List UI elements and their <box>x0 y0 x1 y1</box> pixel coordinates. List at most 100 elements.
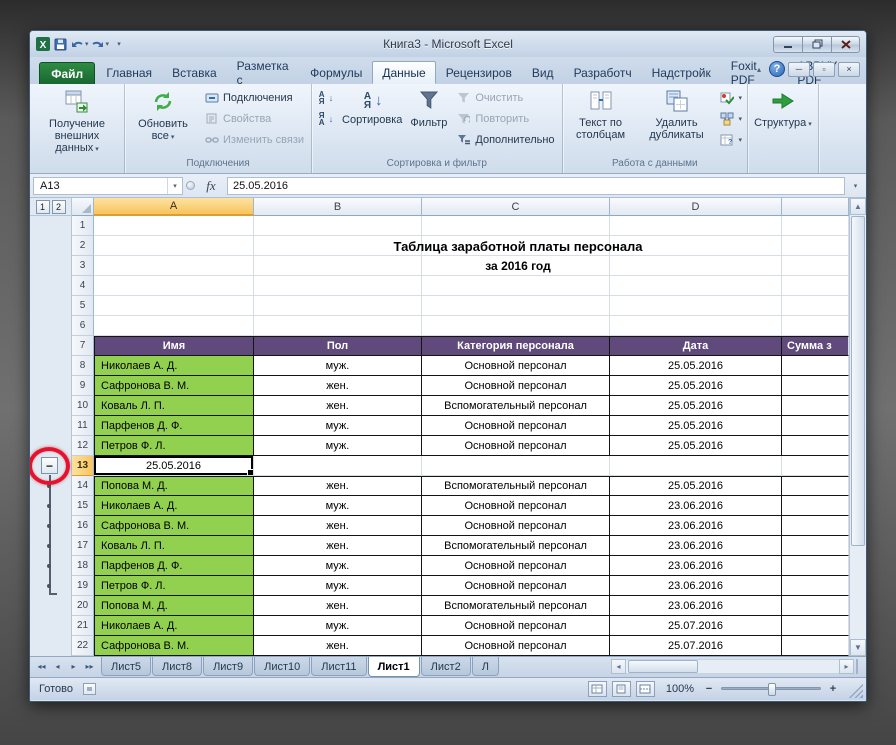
date-cell[interactable]: 25.05.2016 <box>610 396 782 416</box>
advanced-filter-button[interactable]: Дополнительно <box>452 129 558 150</box>
name-cell[interactable]: Петров Ф. Л. <box>94 576 254 596</box>
ribbon-tab-0[interactable]: Главная <box>96 61 162 84</box>
gender-cell[interactable]: жен. <box>254 476 422 496</box>
ribbon-tab-5[interactable]: Рецензиров <box>436 61 522 84</box>
next-sheet-icon[interactable]: ▸ <box>66 659 81 674</box>
cell[interactable] <box>254 216 422 236</box>
date-cell[interactable]: 25.07.2016 <box>610 636 782 656</box>
sort-ascending-button[interactable]: АЯ↓ <box>315 87 337 108</box>
view-page-break-button[interactable] <box>636 681 655 697</box>
name-cell[interactable]: Попова М. Д. <box>94 476 254 496</box>
cell[interactable] <box>94 296 254 316</box>
gender-cell[interactable]: муж. <box>254 436 422 456</box>
column-header-B[interactable]: B <box>254 198 422 216</box>
name-cell[interactable]: Сафронова В. М. <box>94 516 254 536</box>
row-header-6[interactable]: 6 <box>72 316 94 336</box>
vertical-scroll-thumb[interactable] <box>851 216 865 546</box>
name-cell[interactable]: Николаев А. Д. <box>94 616 254 636</box>
resize-grip[interactable] <box>849 680 863 698</box>
row-header-16[interactable]: 16 <box>72 516 94 536</box>
select-all-corner[interactable] <box>72 198 94 216</box>
sum-cell[interactable] <box>782 376 849 396</box>
cell[interactable] <box>94 256 254 276</box>
gender-cell[interactable]: муж. <box>254 416 422 436</box>
ribbon-tab-1[interactable]: Вставка <box>162 61 227 84</box>
last-sheet-icon[interactable]: ▸▸ <box>82 659 97 674</box>
cell[interactable] <box>94 216 254 236</box>
row-header-15[interactable]: 15 <box>72 496 94 516</box>
vertical-scrollbar[interactable]: ▲ ▼ <box>849 198 866 656</box>
edit-links-button[interactable]: Изменить связи <box>200 129 308 150</box>
row-header-22[interactable]: 22 <box>72 636 94 656</box>
gender-cell[interactable]: муж. <box>254 556 422 576</box>
gender-cell[interactable]: жен. <box>254 376 422 396</box>
cell[interactable] <box>422 296 610 316</box>
category-cell[interactable]: Основной персонал <box>422 496 610 516</box>
cell[interactable] <box>610 216 782 236</box>
reapply-filter-button[interactable]: Повторить <box>452 108 558 129</box>
cell[interactable] <box>254 456 422 476</box>
table-header-cell[interactable]: Имя <box>94 336 254 356</box>
category-cell[interactable]: Вспомогательный персонал <box>422 476 610 496</box>
category-cell[interactable]: Основной персонал <box>422 436 610 456</box>
sheet-tab-0[interactable]: Лист5 <box>101 657 151 676</box>
row-header-20[interactable]: 20 <box>72 596 94 616</box>
qat-customize-button[interactable]: ▾ <box>111 35 126 53</box>
zoom-in-button[interactable]: + <box>826 682 840 696</box>
cell[interactable] <box>610 256 782 276</box>
row-header-4[interactable]: 4 <box>72 276 94 296</box>
horizontal-scroll-track[interactable] <box>626 659 839 674</box>
name-box-dropdown-icon[interactable]: ▾ <box>167 178 182 194</box>
date-cell[interactable]: 25.05.2016 <box>610 416 782 436</box>
minimize-ribbon-icon[interactable]: ▴ <box>752 65 766 74</box>
sum-cell[interactable] <box>782 536 849 556</box>
name-cell[interactable]: Николаев А. Д. <box>94 496 254 516</box>
date-cell[interactable]: 23.06.2016 <box>610 536 782 556</box>
cell[interactable] <box>422 276 610 296</box>
ribbon-tab-3[interactable]: Формулы <box>300 61 372 84</box>
name-cell[interactable]: Николаев А. Д. <box>94 356 254 376</box>
vertical-scroll-track[interactable] <box>850 547 866 639</box>
gender-cell[interactable]: жен. <box>254 536 422 556</box>
zoom-slider[interactable] <box>721 687 821 690</box>
category-cell[interactable]: Основной персонал <box>422 416 610 436</box>
text-to-columns-button[interactable]: Текст по столбцам <box>566 86 636 141</box>
cell[interactable] <box>422 236 610 256</box>
sort-button[interactable]: АЯ↓ Сортировка <box>339 86 405 126</box>
outline-level-button-1[interactable]: 1 <box>36 200 50 214</box>
date-cell[interactable]: 23.06.2016 <box>610 496 782 516</box>
sum-cell[interactable] <box>782 576 849 596</box>
view-normal-button[interactable] <box>588 681 607 697</box>
sheet-tab-5[interactable]: Лист1 <box>368 657 420 677</box>
category-cell[interactable]: Вспомогательный персонал <box>422 596 610 616</box>
row-header-9[interactable]: 9 <box>72 376 94 396</box>
remove-duplicates-button[interactable]: Удалить дубликаты <box>638 86 716 141</box>
gender-cell[interactable]: муж. <box>254 576 422 596</box>
row-header-10[interactable]: 10 <box>72 396 94 416</box>
column-header-D[interactable]: D <box>610 198 782 216</box>
sum-cell[interactable] <box>782 556 849 576</box>
row-header-19[interactable]: 19 <box>72 576 94 596</box>
sum-cell[interactable] <box>782 516 849 536</box>
save-button[interactable] <box>53 35 68 53</box>
date-cell[interactable]: 25.05.2016 <box>610 376 782 396</box>
horizontal-scroll-thumb[interactable] <box>628 660 698 673</box>
cell[interactable] <box>782 236 849 256</box>
gender-cell[interactable]: жен. <box>254 596 422 616</box>
table-header-cell[interactable]: Сумма з <box>782 336 849 356</box>
table-header-cell[interactable]: Пол <box>254 336 422 356</box>
insert-function-button[interactable]: fx <box>198 178 224 194</box>
cell[interactable] <box>782 216 849 236</box>
close-button[interactable] <box>831 36 860 53</box>
cell[interactable] <box>254 276 422 296</box>
filter-button[interactable]: Фильтр <box>407 86 450 129</box>
cell[interactable] <box>610 236 782 256</box>
category-cell[interactable]: Основной персонал <box>422 376 610 396</box>
redo-button[interactable]: ▾ <box>91 35 110 53</box>
date-cell[interactable]: 25.07.2016 <box>610 616 782 636</box>
row-header-17[interactable]: 17 <box>72 536 94 556</box>
name-cell[interactable]: Петров Ф. Л. <box>94 436 254 456</box>
data-validation-button[interactable]: ▾ <box>718 87 745 108</box>
zoom-out-button[interactable]: − <box>702 682 716 696</box>
cell[interactable] <box>254 316 422 336</box>
